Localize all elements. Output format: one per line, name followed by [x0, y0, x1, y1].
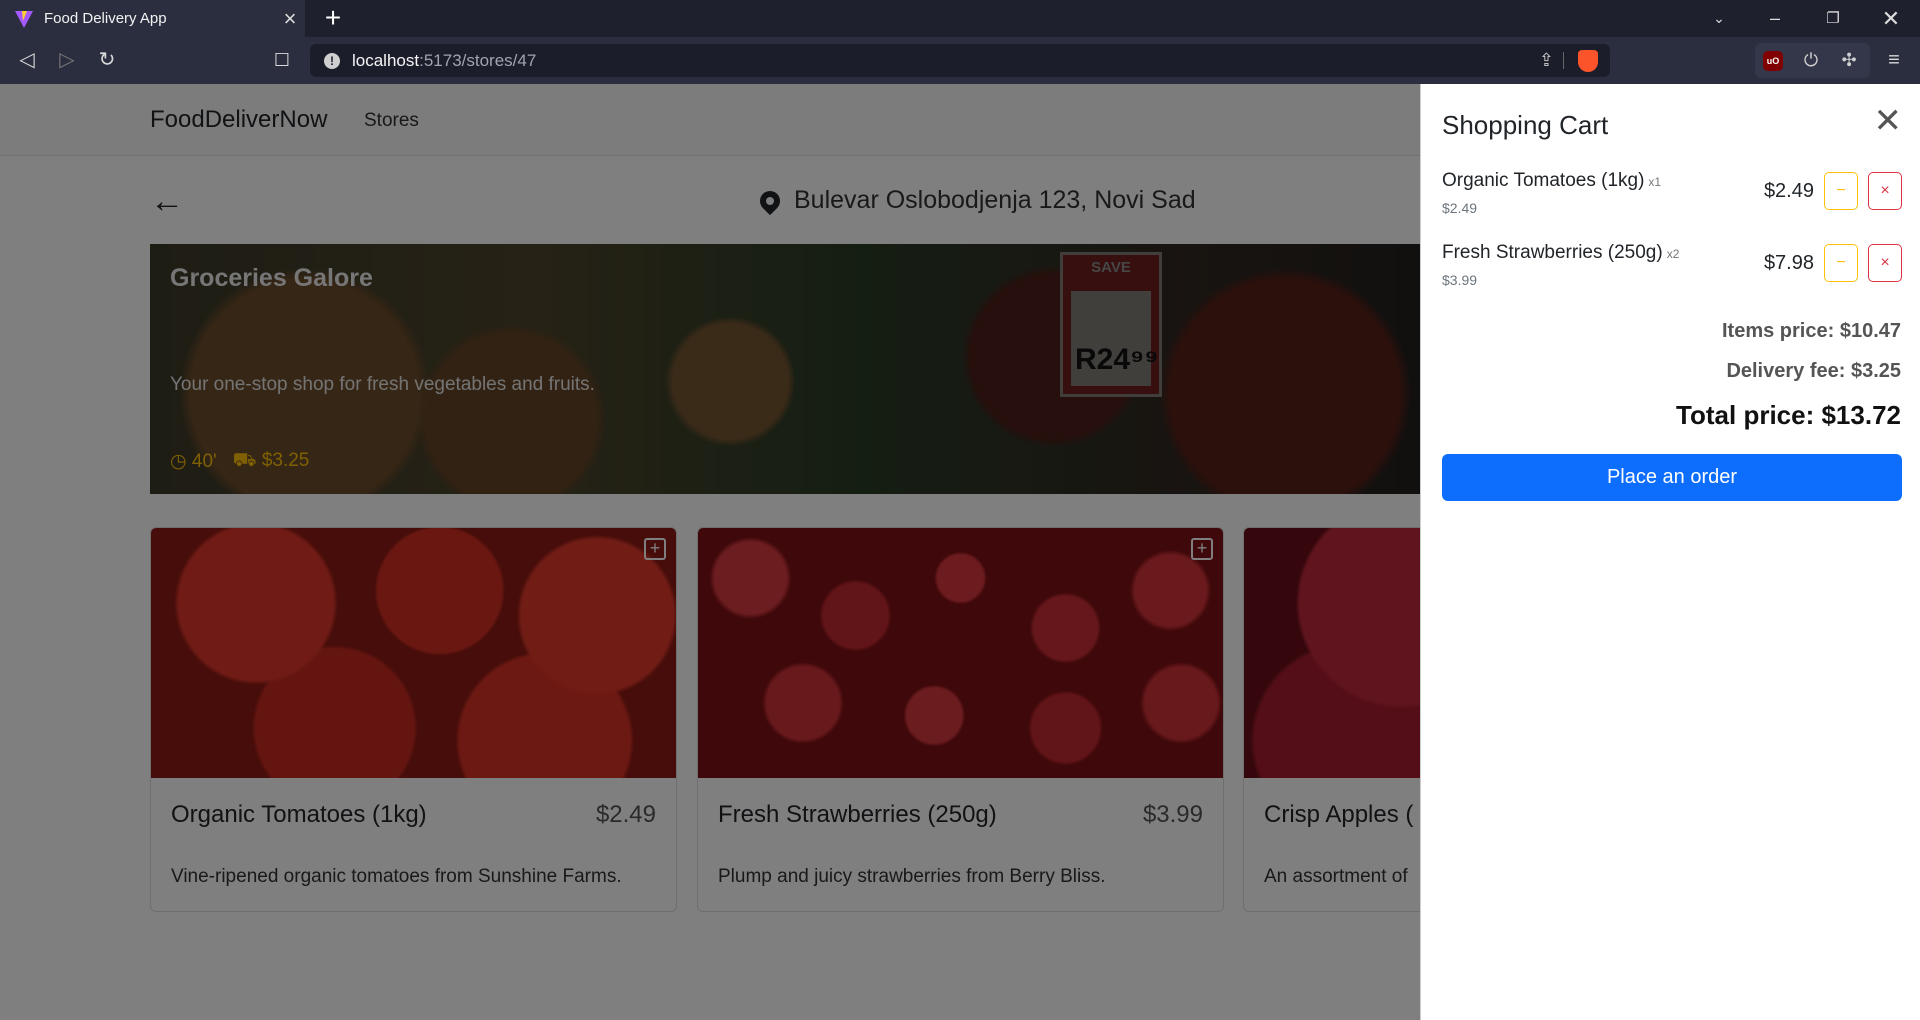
url-path: :5173/stores/47 — [419, 50, 537, 70]
browser-tabstrip: Food Delivery App × + ⌄ – ❐ ✕ — [0, 0, 1920, 37]
extensions-puzzle-icon[interactable]: ✣ — [1831, 43, 1867, 78]
place-order-button[interactable]: Place an order — [1442, 454, 1902, 501]
address-bar[interactable]: ! localhost :5173/stores/47 ⇪ — [310, 44, 1610, 77]
cart-item-unit-price: $3.99 — [1442, 272, 1478, 288]
remove-item-button[interactable]: × — [1868, 244, 1902, 282]
cart-item-name-text: Organic Tomatoes (1kg) — [1442, 170, 1645, 191]
cart-item-total: $2.49 — [1763, 180, 1814, 202]
cart-item-name-text: Fresh Strawberries (250g) — [1442, 242, 1663, 263]
cart-item: Organic Tomatoes (1kg) x1 $2.49 $2.49 − × — [1442, 170, 1902, 220]
cart-item-unit-price: $2.49 — [1442, 200, 1478, 216]
minimize-button[interactable]: – — [1752, 0, 1798, 37]
brave-shields-icon[interactable] — [1578, 50, 1598, 72]
cart-item-qty: x2 — [1666, 247, 1680, 261]
cart-item-name: Fresh Strawberries (250g) x2 — [1442, 242, 1679, 264]
decrease-quantity-button[interactable]: − — [1824, 244, 1858, 282]
shopping-cart-panel: Shopping Cart ✕ Organic Tomatoes (1kg) x1… — [1420, 84, 1920, 1020]
url-host: localhost — [352, 50, 420, 70]
forward-button-icon[interactable]: ▷ — [49, 37, 85, 84]
remove-item-button[interactable]: × — [1868, 172, 1902, 210]
items-price: Items price: $10.47 — [1722, 320, 1901, 342]
cart-item: Fresh Strawberries (250g) x2 $3.99 $7.98 … — [1442, 242, 1902, 292]
back-button-icon[interactable]: ◁ — [9, 37, 45, 84]
restore-button[interactable]: ❐ — [1810, 0, 1856, 37]
bookmark-icon[interactable]: ☐ — [264, 37, 300, 84]
menu-icon[interactable]: ≡ — [1876, 37, 1912, 84]
new-tab-button[interactable]: + — [318, 0, 348, 37]
ublock-origin-icon[interactable]: uO — [1763, 51, 1783, 71]
cart-item-name: Organic Tomatoes (1kg) x1 — [1442, 170, 1661, 192]
site-info-icon[interactable]: ! — [324, 52, 340, 69]
delivery-fee-summary: Delivery fee: $3.25 — [1726, 360, 1901, 382]
cart-title: Shopping Cart — [1442, 110, 1609, 140]
vite-logo-icon — [15, 10, 33, 28]
tab-title: Food Delivery App — [44, 10, 167, 27]
cart-item-total: $7.98 — [1763, 252, 1814, 274]
decrease-quantity-button[interactable]: − — [1824, 172, 1858, 210]
cart-item-qty: x1 — [1648, 175, 1662, 189]
tab-close-icon[interactable]: × — [275, 0, 305, 37]
browser-toolbar: ◁ ▷ ↻ ☐ ! localhost :5173/stores/47 ⇪ uO… — [0, 37, 1920, 84]
tab-search-chevron-icon[interactable]: ⌄ — [1696, 0, 1742, 37]
share-icon[interactable]: ⇪ — [1539, 44, 1554, 77]
url-separator — [1563, 52, 1564, 69]
close-window-button[interactable]: ✕ — [1868, 0, 1914, 37]
browser-tab[interactable]: Food Delivery App × — [0, 0, 305, 37]
extensions-area: uO ⏻ ✣ — [1755, 43, 1870, 78]
close-cart-icon[interactable]: ✕ — [1874, 104, 1903, 138]
total-price: Total price: $13.72 — [1676, 400, 1901, 430]
reload-icon[interactable]: ↻ — [89, 37, 125, 84]
power-icon[interactable]: ⏻ — [1793, 43, 1829, 78]
